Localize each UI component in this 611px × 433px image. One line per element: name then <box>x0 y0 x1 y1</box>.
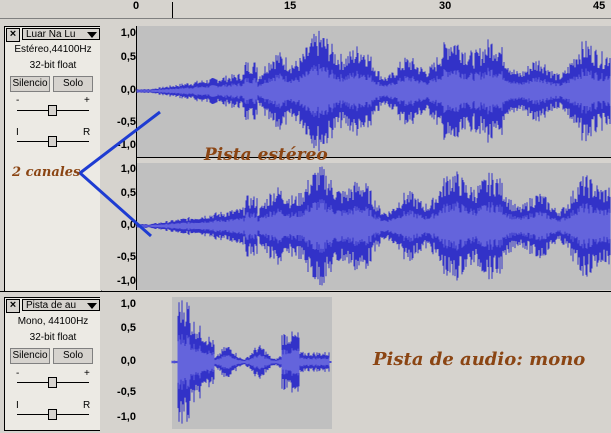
mono-annotation: Pista de audio: mono <box>373 349 586 370</box>
stereo-top-waveform <box>136 30 611 152</box>
channel-pointer-lines <box>77 110 161 238</box>
stereo-bottom-waveform <box>136 166 611 286</box>
stereo-annotation: Pista estéreo <box>204 145 328 165</box>
channels-annotation: 2 canales <box>12 165 81 180</box>
mono-waveform <box>171 300 332 424</box>
